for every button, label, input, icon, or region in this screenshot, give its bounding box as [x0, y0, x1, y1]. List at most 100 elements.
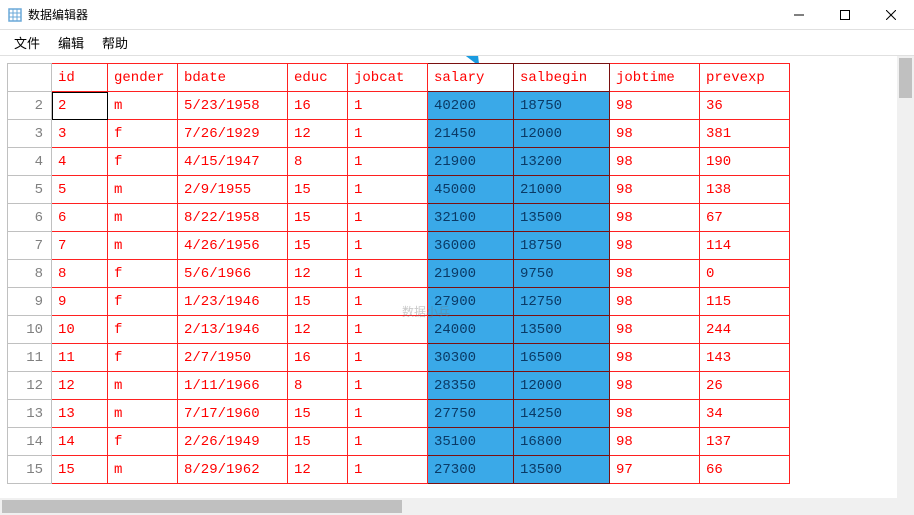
cell-id[interactable]: 6: [52, 204, 108, 232]
row-number[interactable]: 4: [8, 148, 52, 176]
cell-bdate[interactable]: 2/26/1949: [178, 428, 288, 456]
row-number[interactable]: 10: [8, 316, 52, 344]
cell-gender[interactable]: m: [108, 456, 178, 484]
cell-prevexp[interactable]: 143: [700, 344, 790, 372]
cell-educ[interactable]: 12: [288, 260, 348, 288]
cell-salary[interactable]: 21900: [428, 148, 514, 176]
cell-prevexp[interactable]: 36: [700, 92, 790, 120]
cell-salbegin[interactable]: 13500: [514, 204, 610, 232]
menu-help[interactable]: 帮助: [102, 33, 128, 52]
cell-jobcat[interactable]: 1: [348, 428, 428, 456]
cell-id[interactable]: 5: [52, 176, 108, 204]
cell-jobtime[interactable]: 98: [610, 428, 700, 456]
cell-id[interactable]: 9: [52, 288, 108, 316]
cell-jobtime[interactable]: 98: [610, 204, 700, 232]
cell-salbegin[interactable]: 16500: [514, 344, 610, 372]
cell-educ[interactable]: 15: [288, 232, 348, 260]
cell-jobcat[interactable]: 1: [348, 232, 428, 260]
column-header-gender[interactable]: gender: [108, 64, 178, 92]
cell-bdate[interactable]: 4/26/1956: [178, 232, 288, 260]
cell-salary[interactable]: 45000: [428, 176, 514, 204]
cell-id[interactable]: 4: [52, 148, 108, 176]
cell-salbegin[interactable]: 13200: [514, 148, 610, 176]
cell-bdate[interactable]: 8/22/1958: [178, 204, 288, 232]
cell-jobcat[interactable]: 1: [348, 400, 428, 428]
cell-bdate[interactable]: 5/23/1958: [178, 92, 288, 120]
cell-salbegin[interactable]: 18750: [514, 92, 610, 120]
column-header-jobcat[interactable]: jobcat: [348, 64, 428, 92]
row-number[interactable]: 11: [8, 344, 52, 372]
cell-prevexp[interactable]: 0: [700, 260, 790, 288]
cell-gender[interactable]: f: [108, 344, 178, 372]
cell-educ[interactable]: 15: [288, 288, 348, 316]
cell-bdate[interactable]: 2/7/1950: [178, 344, 288, 372]
cell-bdate[interactable]: 2/13/1946: [178, 316, 288, 344]
cell-prevexp[interactable]: 114: [700, 232, 790, 260]
cell-salary[interactable]: 24000: [428, 316, 514, 344]
row-number[interactable]: 5: [8, 176, 52, 204]
menu-file[interactable]: 文件: [14, 33, 40, 52]
row-number[interactable]: 7: [8, 232, 52, 260]
cell-jobcat[interactable]: 1: [348, 456, 428, 484]
cell-gender[interactable]: m: [108, 232, 178, 260]
cell-salary[interactable]: 28350: [428, 372, 514, 400]
cell-educ[interactable]: 15: [288, 428, 348, 456]
minimize-button[interactable]: [776, 0, 822, 30]
cell-educ[interactable]: 12: [288, 316, 348, 344]
cell-bdate[interactable]: 5/6/1966: [178, 260, 288, 288]
cell-salary[interactable]: 30300: [428, 344, 514, 372]
cell-salbegin[interactable]: 13500: [514, 456, 610, 484]
cell-gender[interactable]: f: [108, 148, 178, 176]
cell-bdate[interactable]: 2/9/1955: [178, 176, 288, 204]
cell-salary[interactable]: 35100: [428, 428, 514, 456]
cell-prevexp[interactable]: 190: [700, 148, 790, 176]
cell-salbegin[interactable]: 9750: [514, 260, 610, 288]
cell-gender[interactable]: m: [108, 204, 178, 232]
cell-id[interactable]: 10: [52, 316, 108, 344]
cell-jobcat[interactable]: 1: [348, 372, 428, 400]
cell-gender[interactable]: m: [108, 176, 178, 204]
row-number[interactable]: 8: [8, 260, 52, 288]
cell-gender[interactable]: f: [108, 428, 178, 456]
cell-jobcat[interactable]: 1: [348, 260, 428, 288]
cell-educ[interactable]: 8: [288, 148, 348, 176]
column-header-prevexp[interactable]: prevexp: [700, 64, 790, 92]
cell-salary[interactable]: 27300: [428, 456, 514, 484]
column-header-salary[interactable]: salary: [428, 64, 514, 92]
cell-salbegin[interactable]: 14250: [514, 400, 610, 428]
cell-salary[interactable]: 27750: [428, 400, 514, 428]
cell-bdate[interactable]: 8/29/1962: [178, 456, 288, 484]
vertical-scrollbar[interactable]: [897, 56, 914, 498]
cell-jobcat[interactable]: 1: [348, 288, 428, 316]
cell-educ[interactable]: 12: [288, 456, 348, 484]
cell-prevexp[interactable]: 26: [700, 372, 790, 400]
cell-bdate[interactable]: 7/17/1960: [178, 400, 288, 428]
cell-gender[interactable]: f: [108, 288, 178, 316]
cell-salary[interactable]: 21450: [428, 120, 514, 148]
cell-prevexp[interactable]: 115: [700, 288, 790, 316]
maximize-button[interactable]: [822, 0, 868, 30]
cell-gender[interactable]: m: [108, 400, 178, 428]
cell-id[interactable]: 2: [52, 92, 108, 120]
cell-id[interactable]: 7: [52, 232, 108, 260]
row-number[interactable]: 15: [8, 456, 52, 484]
cell-jobcat[interactable]: 1: [348, 92, 428, 120]
column-header-educ[interactable]: educ: [288, 64, 348, 92]
cell-prevexp[interactable]: 137: [700, 428, 790, 456]
column-header-jobtime[interactable]: jobtime: [610, 64, 700, 92]
cell-salary[interactable]: 40200: [428, 92, 514, 120]
cell-jobcat[interactable]: 1: [348, 176, 428, 204]
corner-cell[interactable]: [8, 64, 52, 92]
cell-salbegin[interactable]: 21000: [514, 176, 610, 204]
cell-id[interactable]: 15: [52, 456, 108, 484]
close-button[interactable]: [868, 0, 914, 30]
cell-educ[interactable]: 15: [288, 400, 348, 428]
column-header-id[interactable]: id: [52, 64, 108, 92]
cell-gender[interactable]: f: [108, 120, 178, 148]
cell-prevexp[interactable]: 381: [700, 120, 790, 148]
column-header-bdate[interactable]: bdate: [178, 64, 288, 92]
cell-id[interactable]: 14: [52, 428, 108, 456]
cell-jobtime[interactable]: 98: [610, 400, 700, 428]
cell-jobcat[interactable]: 1: [348, 204, 428, 232]
cell-bdate[interactable]: 4/15/1947: [178, 148, 288, 176]
